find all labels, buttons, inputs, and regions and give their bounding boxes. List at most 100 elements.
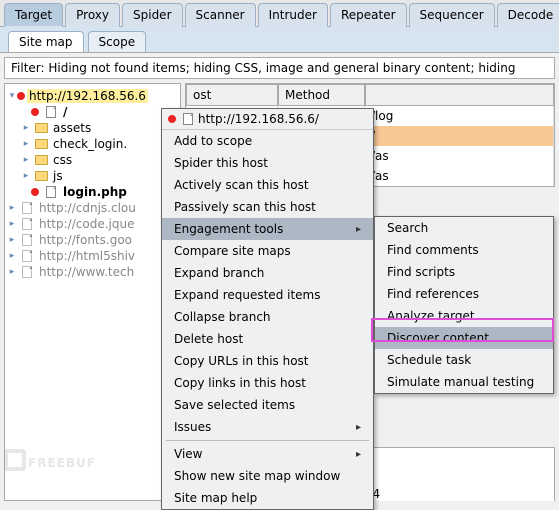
status-dot-icon (168, 115, 176, 123)
menu-item-save-selected-items[interactable]: Save selected items (162, 394, 373, 416)
filter-bar[interactable]: Filter: Hiding not found items; hiding C… (4, 57, 555, 79)
watermark-icon (4, 449, 26, 471)
context-menu-header: http://192.168.56.6/ (162, 109, 373, 130)
main-tab-spider[interactable]: Spider (122, 3, 183, 27)
folder-icon (34, 138, 48, 150)
menu-item-spider-this-host[interactable]: Spider this host (162, 152, 373, 174)
menu-item-collapse-branch[interactable]: Collapse branch (162, 306, 373, 328)
submenu-item-discover-content[interactable]: Discover content (375, 327, 553, 349)
tree-toggle-icon[interactable]: ▸ (21, 155, 31, 165)
main-tab-proxy[interactable]: Proxy (65, 3, 120, 27)
file-icon (181, 113, 195, 125)
main-tab-scanner[interactable]: Scanner (185, 3, 256, 27)
tree-host-gray[interactable]: ▸http://fonts.goo (7, 232, 178, 248)
menu-item-engagement-tools[interactable]: Engagement tools▸ (162, 218, 373, 240)
col-host[interactable]: ost (186, 84, 278, 106)
main-tab-repeater[interactable]: Repeater (330, 3, 407, 27)
sub-tab-site-map[interactable]: Site map (8, 31, 84, 52)
tree-toggle-icon[interactable]: ▸ (21, 123, 31, 133)
col-method[interactable]: Method (278, 84, 365, 106)
submenu-item-search[interactable]: Search (375, 217, 553, 239)
tree-item[interactable]: ▸ js (7, 168, 178, 184)
tree-label: http://www.tech (37, 265, 136, 279)
cell-url: /as (365, 166, 554, 186)
tree-host-gray[interactable]: ▸ http://code.jque (7, 216, 178, 232)
tree-label: http://html5shiv (37, 249, 137, 263)
menu-item-view[interactable]: View▸ (162, 443, 373, 465)
menu-item-copy-urls-in-this-host[interactable]: Copy URLs in this host (162, 350, 373, 372)
menu-item-copy-links-in-this-host[interactable]: Copy links in this host (162, 372, 373, 394)
menu-item-label: Save selected items (174, 398, 295, 412)
menu-item-site-map-help[interactable]: Site map help (162, 487, 373, 509)
tree-item[interactable]: ▸ check_login. (7, 136, 178, 152)
status-dot-icon (17, 92, 25, 100)
menu-item-label: Site map help (174, 491, 257, 505)
file-icon (20, 202, 34, 214)
menu-item-expand-branch[interactable]: Expand branch (162, 262, 373, 284)
tree-host-gray[interactable]: ▸ http://www.tech (7, 264, 178, 280)
submenu-item-find-references[interactable]: Find references (375, 283, 553, 305)
menu-item-label: Expand branch (174, 266, 264, 280)
tree-label: js (51, 169, 65, 183)
tree-label: http://cdnjs.clou (37, 201, 138, 215)
tree-toggle-icon[interactable]: ▸ (7, 251, 17, 261)
menu-item-label: Expand requested items (174, 288, 320, 302)
submenu-item-schedule-task[interactable]: Schedule task (375, 349, 553, 371)
tree-item[interactable]: login.php (7, 184, 178, 200)
submenu-item-find-scripts[interactable]: Find scripts (375, 261, 553, 283)
menu-item-delete-host[interactable]: Delete host (162, 328, 373, 350)
tree-label: check_login. (51, 137, 129, 151)
menu-separator (166, 440, 369, 441)
tree-label: / (61, 105, 69, 119)
tree-toggle-icon[interactable]: ▸ (21, 139, 31, 149)
table-header: ost Method (186, 84, 554, 106)
menu-item-label: Engagement tools (174, 222, 283, 236)
cell-url: /as (365, 146, 554, 166)
site-tree: ▾ http://192.168.56.6 /▸assets▸check_log… (4, 83, 181, 501)
tree-label: http://code.jque (37, 217, 136, 231)
menu-item-label: Actively scan this host (174, 178, 309, 192)
menu-item-add-to-scope[interactable]: Add to scope (162, 130, 373, 152)
tree-toggle-icon[interactable]: ▸ (21, 171, 31, 181)
menu-item-show-new-site-map-window[interactable]: Show new site map window (162, 465, 373, 487)
menu-item-issues[interactable]: Issues▸ (162, 416, 373, 438)
tree-host-gray[interactable]: ▸ http://html5shiv (7, 248, 178, 264)
context-menu-title: http://192.168.56.6/ (198, 112, 319, 126)
tree-item[interactable]: / (7, 104, 178, 120)
tree-toggle-icon[interactable]: ▸ (7, 235, 17, 245)
submenu-item-analyze-target[interactable]: Analyze target (375, 305, 553, 327)
submenu-item-find-comments[interactable]: Find comments (375, 239, 553, 261)
main-tab-target[interactable]: Target (4, 3, 63, 27)
menu-item-label: Passively scan this host (174, 200, 316, 214)
main-tab-intruder[interactable]: Intruder (258, 3, 328, 27)
sub-tab-scope[interactable]: Scope (88, 31, 147, 52)
menu-item-compare-site-maps[interactable]: Compare site maps (162, 240, 373, 262)
tree-toggle-icon[interactable]: ▸ (7, 203, 17, 213)
tree-host-gray[interactable]: ▸ http://cdnjs.clou (7, 200, 178, 216)
tree-toggle-icon[interactable]: ▸ (7, 219, 17, 229)
status-dot-icon (31, 108, 39, 116)
menu-item-passively-scan-this-host[interactable]: Passively scan this host (162, 196, 373, 218)
file-icon (20, 218, 34, 230)
cell-url: /log (365, 106, 554, 126)
submenu-item-simulate-manual-testing[interactable]: Simulate manual testing (375, 371, 553, 393)
tree-item[interactable]: ▸assets (7, 120, 178, 136)
menu-item-actively-scan-this-host[interactable]: Actively scan this host (162, 174, 373, 196)
menu-item-label: Add to scope (174, 134, 252, 148)
menu-item-label: Collapse branch (174, 310, 271, 324)
menu-item-label: Copy links in this host (174, 376, 306, 390)
file-icon (20, 234, 34, 246)
main-tab-bar: TargetProxySpiderScannerIntruderRepeater… (0, 0, 559, 27)
main-tab-sequencer[interactable]: Sequencer (409, 3, 495, 27)
menu-item-expand-requested-items[interactable]: Expand requested items (162, 284, 373, 306)
tree-item[interactable]: ▸css (7, 152, 178, 168)
file-icon (20, 266, 34, 278)
tree-root[interactable]: ▾ http://192.168.56.6 (7, 88, 178, 104)
main-tab-decode[interactable]: Decode (497, 3, 559, 27)
menu-item-label: Issues (174, 420, 211, 434)
tree-toggle-icon[interactable]: ▾ (7, 91, 17, 101)
tree-root-label[interactable]: http://192.168.56.6 (27, 89, 148, 103)
tree-toggle-icon[interactable]: ▸ (7, 267, 17, 277)
col-url[interactable] (365, 84, 554, 106)
file-icon (44, 186, 58, 198)
